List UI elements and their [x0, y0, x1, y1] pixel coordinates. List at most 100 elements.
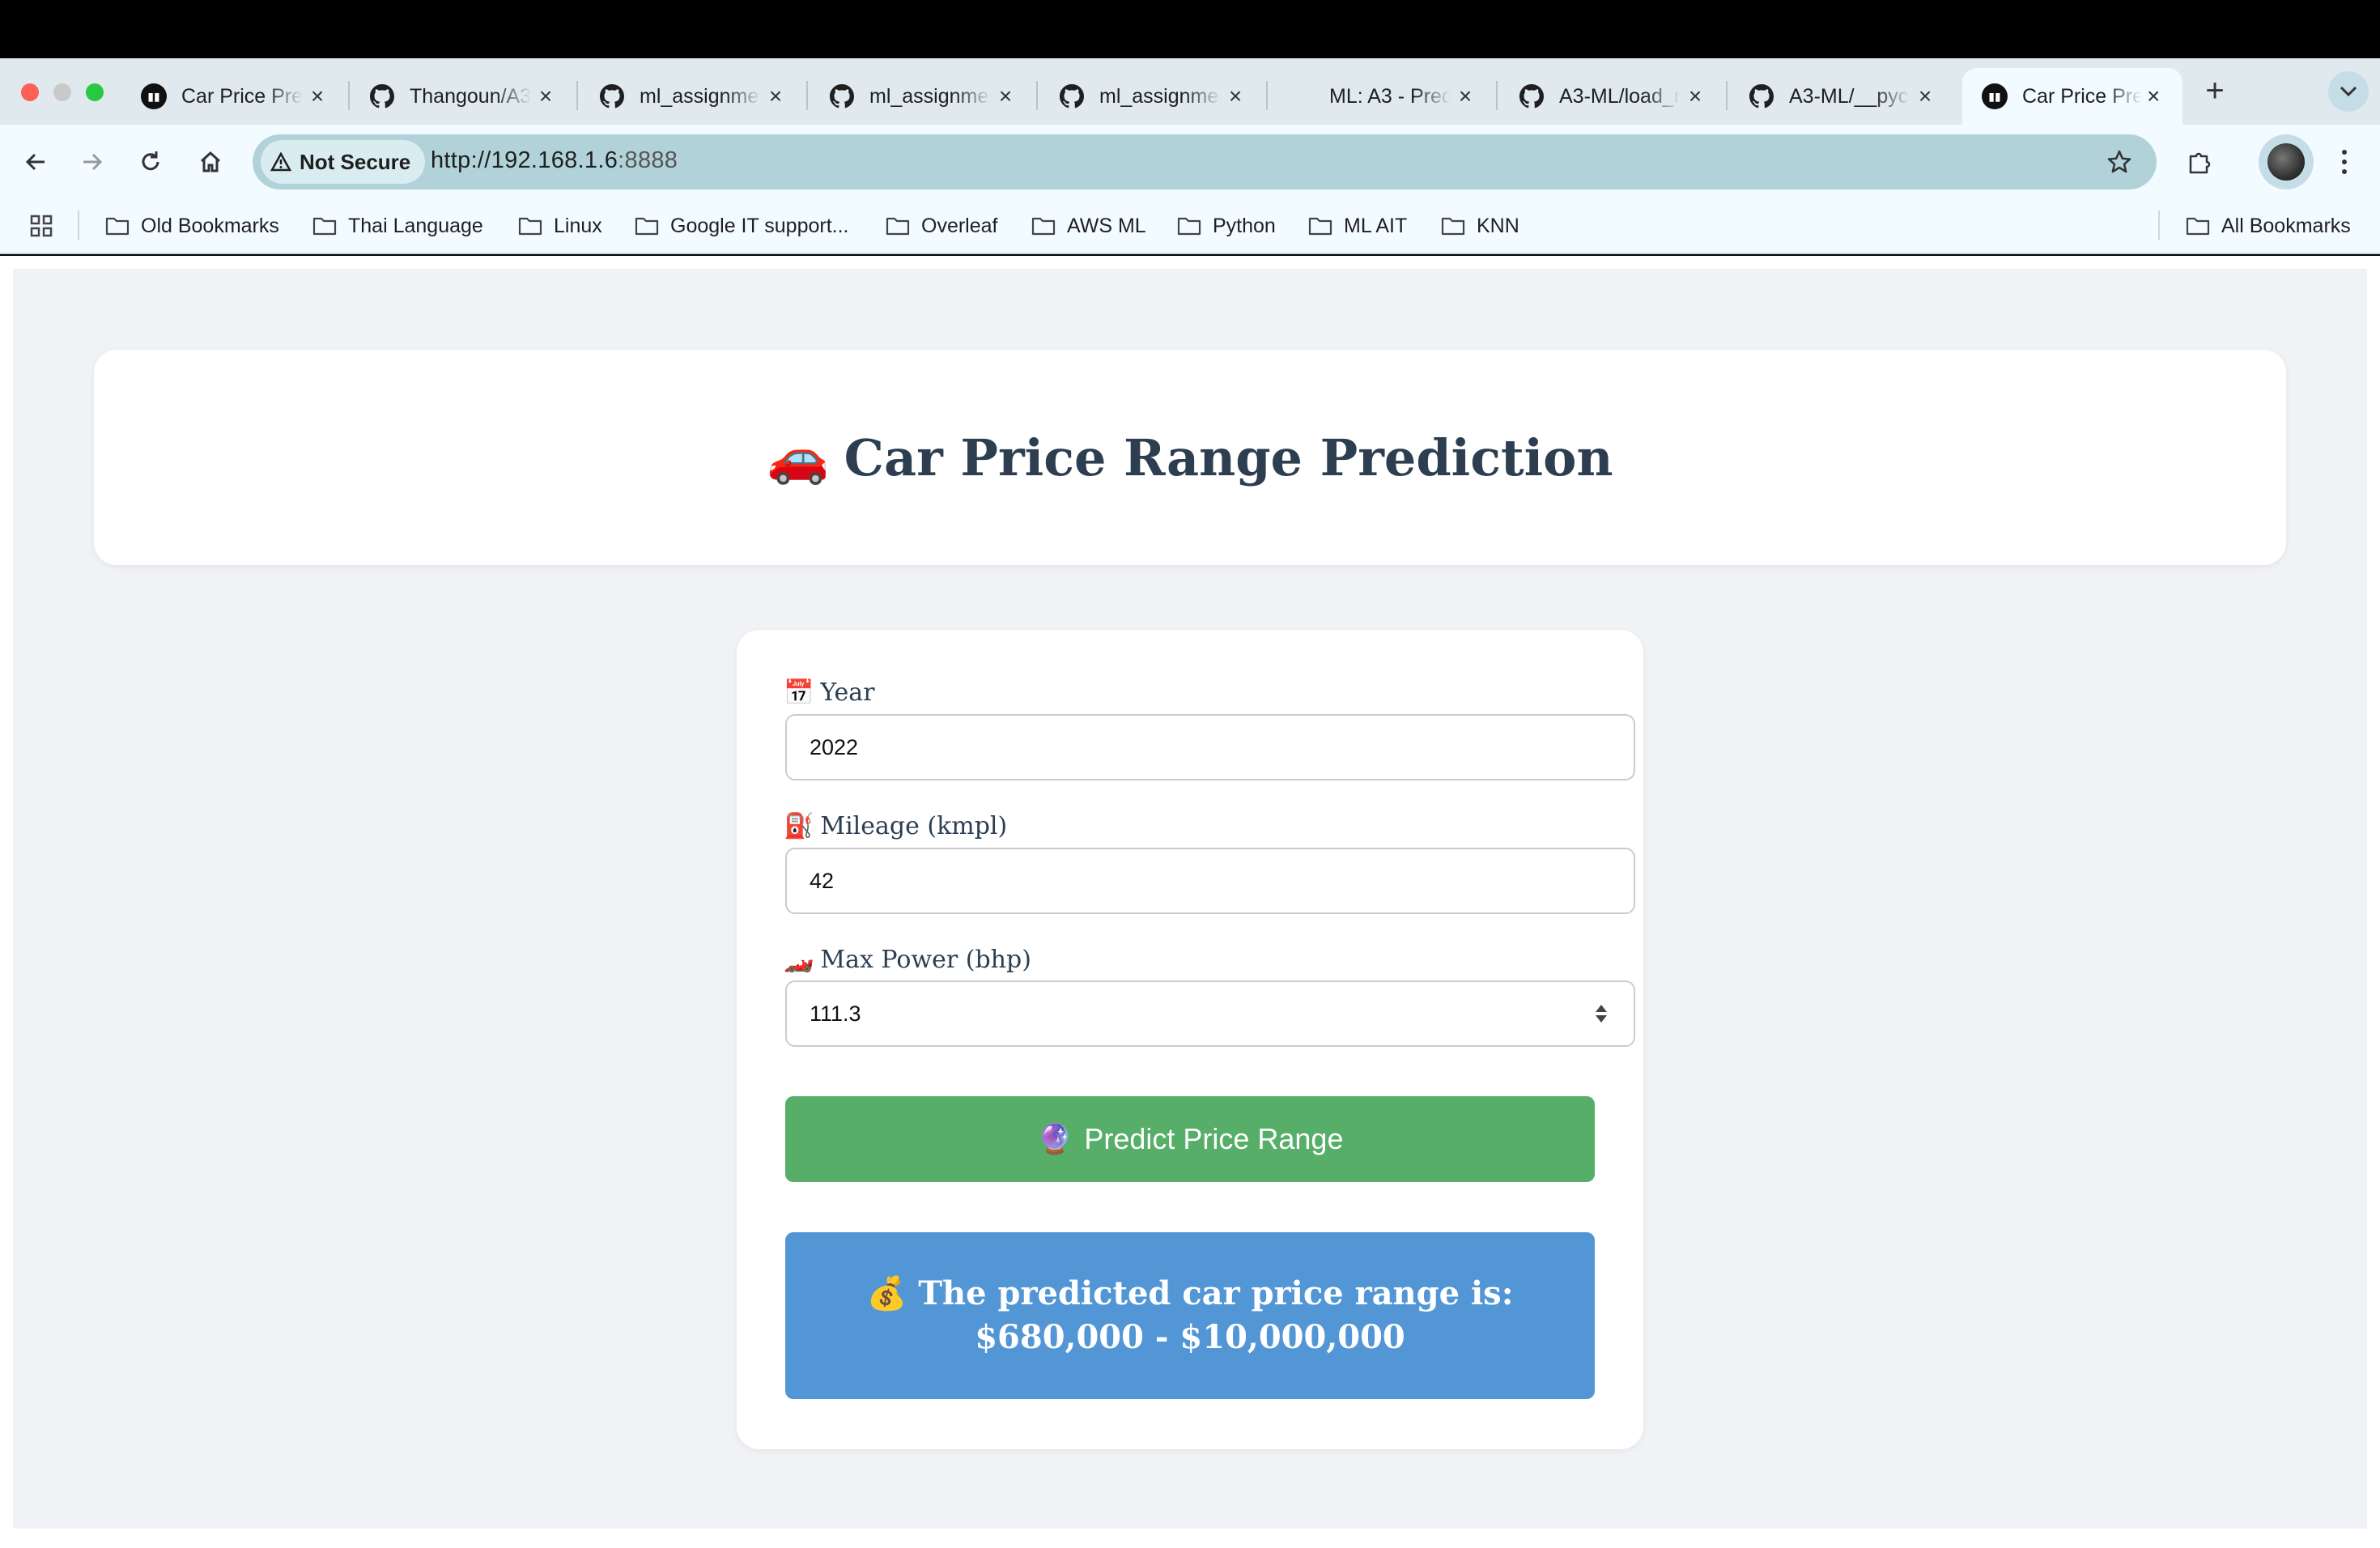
prediction-result: 💰 The predicted car price range is: $680… [785, 1232, 1595, 1399]
mileage-input[interactable] [785, 848, 1635, 914]
avatar [2267, 143, 2305, 181]
apps-button[interactable] [29, 212, 53, 240]
bookmark-separator [78, 211, 79, 240]
max-power-label-text: Max Power (bhp) [820, 946, 1031, 974]
bookmark-google-it-support[interactable]: Google IT support... [635, 212, 849, 240]
folder-icon [1031, 217, 1056, 236]
year-label-text: Year [820, 678, 875, 707]
close-icon[interactable]: × [1684, 83, 1706, 109]
browser-menu-button[interactable] [2330, 144, 2359, 180]
site-info-chip[interactable]: Not Secure [261, 140, 426, 184]
crystal-ball-icon: 🔮 [1036, 1122, 1073, 1155]
close-icon[interactable]: × [1224, 83, 1247, 109]
maximize-window-button[interactable] [86, 83, 104, 101]
folder-icon [1177, 217, 1201, 236]
bookmark-knn[interactable]: KNN [1441, 212, 1519, 240]
year-input[interactable] [785, 714, 1635, 780]
bookmark-linux[interactable]: Linux [518, 212, 602, 240]
close-icon[interactable]: × [2142, 83, 2165, 109]
close-icon[interactable]: × [994, 83, 1017, 109]
back-button[interactable] [18, 144, 53, 180]
tab-separator [1726, 81, 1728, 110]
blank-page-icon [1289, 83, 1315, 109]
tab-github-pycache[interactable]: A3-ML/__pycache__ × [1729, 68, 1954, 125]
bookmark-label: Linux [554, 214, 602, 237]
tab-github-load-model[interactable]: A3-ML/load_model × [1499, 68, 1724, 125]
tab-title: A3-ML/load_model [1559, 84, 1681, 108]
puzzle-icon [2189, 152, 2211, 174]
tab-github-thangoun[interactable]: Thangoun/A3-ML × [350, 68, 575, 125]
tab-github-ml-assignment-3[interactable]: ml_assignment × [1039, 68, 1264, 125]
tab-separator [1036, 81, 1038, 110]
new-tab-button[interactable]: + [2199, 74, 2231, 107]
extensions-button[interactable] [2182, 144, 2218, 180]
reload-icon [142, 151, 159, 171]
max-power-input[interactable] [785, 980, 1635, 1047]
folder-icon [105, 217, 130, 236]
bookmark-old-bookmarks[interactable]: Old Bookmarks [105, 212, 279, 240]
folder-icon [635, 217, 659, 236]
header-card: 🚗 Car Price Range Prediction [94, 350, 2286, 565]
bookmark-label: ML AIT [1344, 214, 1408, 237]
folder-icon [312, 217, 337, 236]
bookmark-overleaf[interactable]: Overleaf [886, 212, 997, 240]
bookmark-ml-ait[interactable]: ML AIT [1308, 212, 1407, 240]
bookmark-label: Google IT support... [670, 214, 849, 237]
tab-car-price-active[interactable]: ▮▮ Car Price Prediction × [1962, 68, 2182, 125]
spinner-down-icon[interactable] [1596, 1015, 1607, 1023]
bookmark-python[interactable]: Python [1177, 212, 1276, 240]
tab-title: ml_assignment [869, 84, 991, 108]
close-icon[interactable]: × [1454, 83, 1477, 109]
arrow-left-icon [25, 153, 45, 171]
github-icon [1059, 83, 1085, 109]
page-title-text: Car Price Range Prediction [844, 427, 1613, 487]
money-bag-icon: 💰 [866, 1274, 907, 1312]
tab-title: Car Price Prediction [181, 84, 303, 108]
forward-button[interactable] [74, 144, 110, 180]
folder-icon [1308, 217, 1332, 236]
bookmark-label: Overleaf [921, 214, 998, 237]
close-window-button[interactable] [21, 83, 39, 101]
tab-search-button[interactable] [2328, 71, 2369, 112]
github-icon [829, 83, 855, 109]
profile-button[interactable] [2259, 134, 2314, 189]
close-icon[interactable]: × [764, 83, 787, 109]
home-button[interactable] [193, 144, 228, 180]
tab-separator [576, 81, 578, 110]
race-car-icon: 🏎️ [784, 946, 814, 974]
close-icon[interactable]: × [1914, 83, 1936, 109]
close-icon[interactable]: × [306, 83, 329, 109]
result-text: The predicted car price range is: $680,0… [918, 1274, 1514, 1356]
tab-title: Thangoun/A3-ML [410, 84, 531, 108]
bookmark-aws-ml[interactable]: AWS ML [1031, 212, 1146, 240]
close-icon[interactable]: × [534, 83, 557, 109]
arrow-right-icon [83, 153, 103, 171]
number-spinner[interactable] [1592, 1001, 1611, 1027]
mileage-label: ⛽ Mileage (kmpl) [784, 812, 1007, 840]
tab-github-ml-assignment-1[interactable]: ml_assignment × [580, 68, 805, 125]
bookmark-thai-language[interactable]: Thai Language [312, 212, 483, 240]
tab-title: ml_assignment [1099, 84, 1221, 108]
url-text[interactable]: http://192.168.1.6:8888 [431, 147, 678, 174]
tab-car-price-1[interactable]: ▮▮ Car Price Prediction × [121, 68, 346, 125]
bookmark-star-button[interactable] [2102, 144, 2137, 180]
tab-github-ml-assignment-2[interactable]: ml_assignment × [810, 68, 1035, 125]
github-icon [1519, 83, 1545, 109]
year-label: 📅 Year [784, 678, 875, 707]
all-bookmarks[interactable]: All Bookmarks [2186, 212, 2351, 240]
bookmark-label: AWS ML [1067, 214, 1146, 237]
max-power-label: 🏎️ Max Power (bhp) [784, 946, 1031, 974]
spinner-up-icon[interactable] [1596, 1005, 1607, 1012]
bookmark-label: Thai Language [348, 214, 483, 237]
tab-ml-a3[interactable]: ML: A3 - Predict × [1269, 68, 1494, 125]
tab-title: ML: A3 - Predict [1329, 84, 1451, 108]
bookmark-label: All Bookmarks [2221, 214, 2351, 237]
star-icon [2107, 150, 2131, 173]
predict-button[interactable]: 🔮 Predict Price Range [785, 1096, 1595, 1182]
minimize-window-button[interactable] [53, 83, 71, 101]
bookmark-label: Python [1213, 214, 1276, 237]
folder-icon [886, 217, 910, 236]
tab-title: A3-ML/__pycache__ [1789, 84, 1910, 108]
tab-separator [806, 81, 808, 110]
reload-button[interactable] [133, 144, 168, 180]
